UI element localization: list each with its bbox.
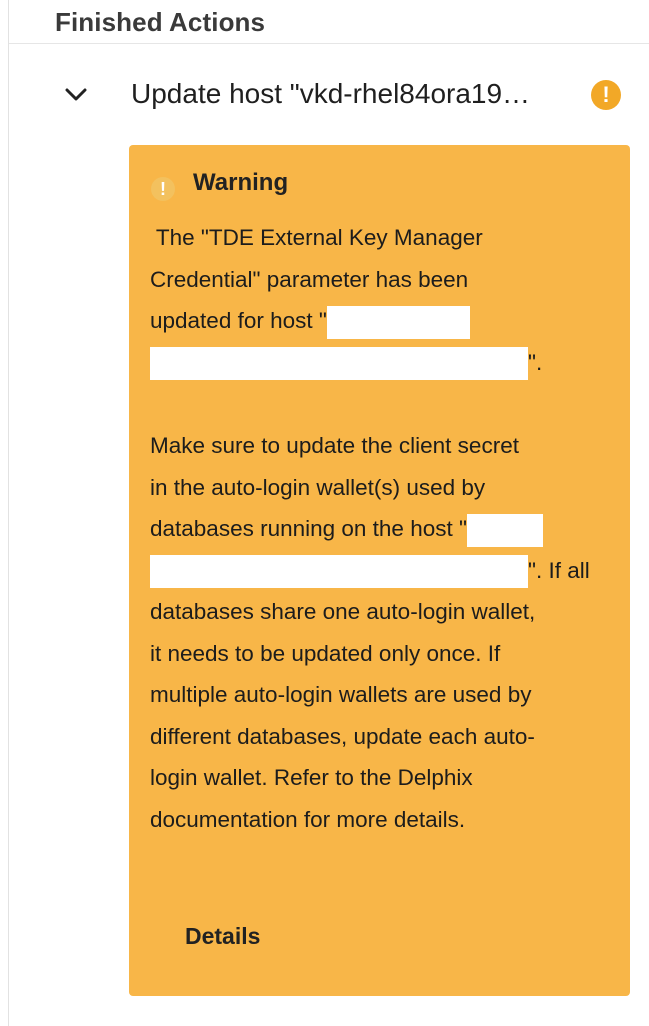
message-line: documentation for more details. <box>150 799 608 841</box>
chevron-down-icon[interactable] <box>65 88 87 102</box>
message-line: in the auto-login wallet(s) used by <box>150 467 608 509</box>
action-title[interactable]: Update host "vkd-rhel84ora19… <box>131 78 591 110</box>
message-text: it needs to be updated only once. If <box>150 640 501 666</box>
message-line: it needs to be updated only once. If <box>150 633 608 675</box>
redacted-hostname <box>150 555 528 589</box>
message-text: databases running on the host " <box>150 516 467 541</box>
message-line: databases share one auto-login wallet, <box>150 591 608 633</box>
message-text: login wallet. Refer to the Delphix <box>150 765 473 790</box>
message-line: updated for host " <box>150 300 608 342</box>
warning-exclamation-icon: ! <box>591 80 621 110</box>
message-line: ". <box>150 342 608 384</box>
message-text: ". <box>528 349 543 375</box>
details-link[interactable]: Details <box>185 923 260 950</box>
panel-header: Finished Actions <box>9 0 649 44</box>
warning-title: Warning <box>193 169 289 196</box>
panel-title: Finished Actions <box>55 7 266 37</box>
message-line: multiple auto-login wallets are used by <box>150 674 608 716</box>
finished-actions-panel: Finished Actions Update host "vkd-rhel84… <box>8 0 649 1026</box>
message-text: updated for host " <box>150 308 327 333</box>
message-line: The "TDE External Key Manager <box>150 217 608 259</box>
action-row[interactable]: Update host "vkd-rhel84ora19… ! <box>9 70 649 126</box>
warning-message: The "TDE External Key Manager Credential… <box>150 217 608 840</box>
message-line: ". If all <box>150 550 608 592</box>
message-text: databases share one auto-login wallet, <box>150 599 536 624</box>
warning-card: ! Warning The "TDE External Key Manager … <box>129 145 630 996</box>
message-line: Make sure to update the client secret <box>150 425 608 467</box>
message-line: Credential" parameter has been <box>150 259 608 301</box>
message-text: ". If all <box>528 557 590 583</box>
redacted-hostname <box>150 347 528 381</box>
message-text: in the auto-login wallet(s) used by <box>150 474 486 500</box>
redacted-hostname <box>466 513 543 547</box>
message-text: Credential" parameter has been <box>150 266 469 292</box>
message-text: multiple auto-login wallets are used by <box>150 682 532 707</box>
message-text: The "TDE External Key Manager <box>150 225 483 250</box>
message-line: databases running on the host " <box>150 508 608 550</box>
message-text: documentation for more details. <box>150 806 466 832</box>
warning-exclamation-icon: ! <box>151 177 175 201</box>
message-text: different databases, update each auto- <box>150 723 535 749</box>
message-line: different databases, update each auto- <box>150 716 608 758</box>
redacted-hostname <box>326 305 470 339</box>
message-text: Make sure to update the client secret <box>150 433 519 458</box>
message-line: login wallet. Refer to the Delphix <box>150 757 608 799</box>
